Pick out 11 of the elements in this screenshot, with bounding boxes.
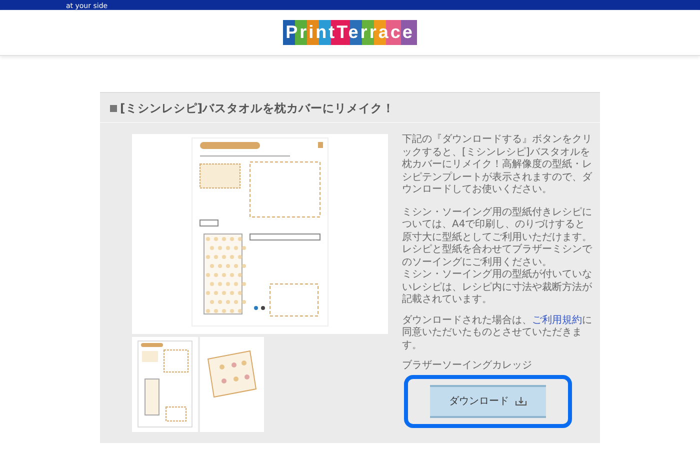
download-icon [515, 396, 527, 406]
section-title: [ミシンレシピ]バスタオルを枕カバーにリメイク！ [100, 93, 600, 123]
thumbnail[interactable] [132, 337, 198, 432]
description-text: ミシン・ソーイング用の型紙付きレシピについては、A4で印刷し、のりづけすると原寸大に型紙としてご利用いただけます。レシピと型紙を合わせてブラザーミシンでのソーイングにご利用ください。 [402, 206, 593, 268]
terms-note: ダウンロードされた場合は、ご利用規約に同意いただいたものとさせていただきます。 [402, 314, 593, 352]
download-button[interactable]: ダウンロード [430, 384, 546, 418]
brand-name: ブラザーソーイングカレッジ [402, 360, 533, 372]
description-text: ミシン・ソーイング用の型紙が付いていないレシピは、レシピ内に寸法や裁断方法が記載されています。 [402, 269, 593, 306]
terms-link[interactable]: ご利用規約 [532, 314, 582, 326]
thumbnail[interactable] [200, 337, 264, 432]
description-text: 下記の『ダウンロードする』ボタンをクリックすると、[ミシンレシピ]バスタオルを枕カバーにリメイク！高解像度の型紙・レシピテンプレートが表示されますので、ダウンロードしてお使いください。 [402, 134, 594, 196]
